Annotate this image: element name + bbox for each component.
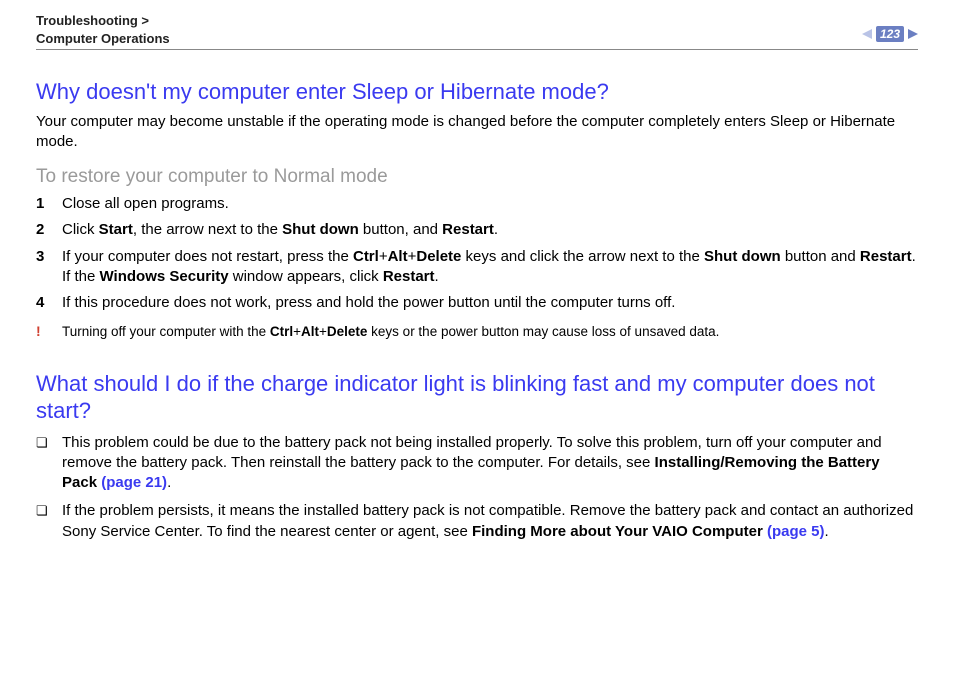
- step-number: 1: [36, 194, 62, 214]
- question-1-heading: Why doesn't my computer enter Sleep or H…: [36, 78, 918, 106]
- prev-page-icon[interactable]: [862, 29, 872, 39]
- bullet-body: This problem could be due to the battery…: [62, 433, 918, 494]
- breadcrumb: Troubleshooting > Computer Operations: [36, 12, 170, 47]
- breadcrumb-line2: Computer Operations: [36, 30, 170, 48]
- list-item: ❏ This problem could be due to the batte…: [36, 433, 918, 494]
- page-number-nav: 123: [862, 12, 918, 42]
- step-number: 3: [36, 247, 62, 267]
- breadcrumb-line1: Troubleshooting >: [36, 12, 170, 30]
- step-item: 4 If this procedure does not work, press…: [36, 293, 918, 313]
- bullet-body: If the problem persists, it means the in…: [62, 501, 918, 542]
- list-item: ❏ If the problem persists, it means the …: [36, 501, 918, 542]
- bullet-icon: ❏: [36, 501, 62, 520]
- page-header: Troubleshooting > Computer Operations 12…: [36, 12, 918, 50]
- step-item: 2 Click Start, the arrow next to the Shu…: [36, 220, 918, 240]
- next-page-icon[interactable]: [908, 29, 918, 39]
- step-item: 1 Close all open programs.: [36, 194, 918, 214]
- step-number: 4: [36, 293, 62, 313]
- steps-list: 1 Close all open programs. 2 Click Start…: [36, 194, 918, 313]
- bullet-list: ❏ This problem could be due to the batte…: [36, 433, 918, 542]
- step-item: 3 If your computer does not restart, pre…: [36, 247, 918, 288]
- question-1-subheading: To restore your computer to Normal mode: [36, 166, 918, 188]
- bullet-icon: ❏: [36, 433, 62, 452]
- step-body: If this procedure does not work, press a…: [62, 293, 918, 313]
- warning-text: Turning off your computer with the Ctrl+…: [62, 323, 719, 341]
- step-body: Click Start, the arrow next to the Shut …: [62, 220, 918, 240]
- page-link[interactable]: (page 5): [767, 523, 825, 540]
- step-number: 2: [36, 220, 62, 240]
- question-2-heading: What should I do if the charge indicator…: [36, 370, 918, 425]
- step-body: If your computer does not restart, press…: [62, 247, 918, 288]
- page-number: 123: [876, 26, 904, 42]
- question-1-intro: Your computer may become unstable if the…: [36, 112, 918, 153]
- warning-icon: !: [36, 323, 62, 339]
- page-link[interactable]: (page 21): [101, 474, 167, 491]
- warning-note: ! Turning off your computer with the Ctr…: [36, 323, 918, 341]
- step-body: Close all open programs.: [62, 194, 918, 214]
